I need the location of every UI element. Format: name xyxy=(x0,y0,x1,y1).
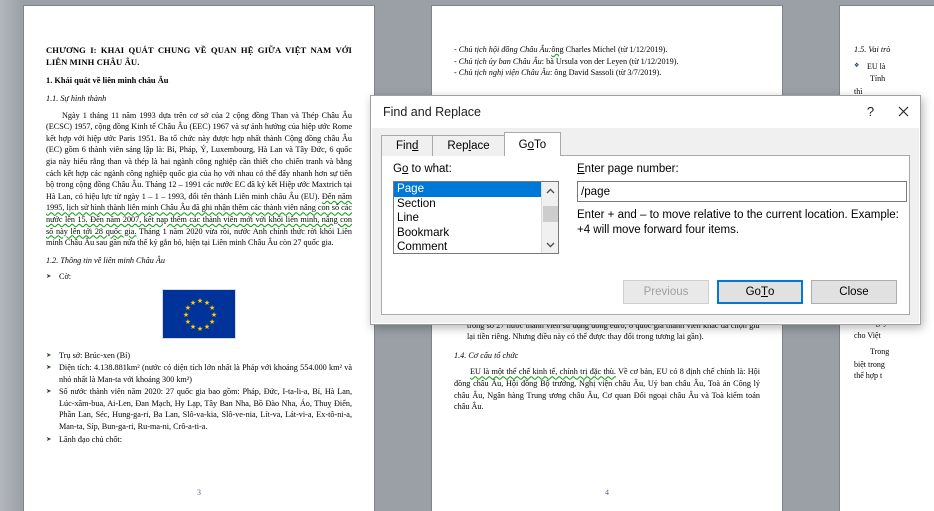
listbox-scrollbar[interactable] xyxy=(541,182,558,253)
section-heading-1: 1. Khái quát về liên minh châu Âu xyxy=(46,76,169,86)
tab-replace-label-post: ace xyxy=(471,140,490,152)
bullet-key-leaders: Lãnh đạo chủ chốt: xyxy=(46,434,352,446)
go-to-what-listbox[interactable]: Page Section Line Bookmark Comment Footn… xyxy=(393,181,559,254)
help-icon[interactable]: ? xyxy=(854,96,887,127)
document-page-3[interactable]: CHƯƠNG I: KHAI QUÁT CHUNG VỀ QUAN HỆ GIỮ… xyxy=(24,6,374,511)
subsection-heading-1-1: 1.1. Sự hình thành xyxy=(46,94,107,103)
chevron-up-icon[interactable] xyxy=(541,182,558,199)
go-to-button[interactable]: Go To xyxy=(717,280,803,304)
page-number-label-accel: E xyxy=(577,163,585,175)
eu-flag-figure xyxy=(46,288,352,343)
leader-3-role: - Chủ tịch nghị viện Châu Âu xyxy=(454,68,550,78)
dialog-tabs[interactable]: Fin d Rep l ace Go To xyxy=(381,132,920,156)
tab-goto-label-pre: G xyxy=(518,138,528,151)
page5-fragment-22: Trong xyxy=(870,347,890,357)
list-item-page[interactable]: Page xyxy=(394,182,541,197)
goto-label-pre: G xyxy=(393,163,402,175)
tab-replace[interactable]: Rep l ace xyxy=(432,135,505,156)
go-to-tab-panel: Go to what: Page Section Line Bookmark C… xyxy=(381,155,910,315)
close-icon[interactable] xyxy=(887,96,920,127)
tab-find-label: Fin xyxy=(396,140,412,152)
eu-flag-image xyxy=(162,288,236,339)
leader-1-name: Charles Michel (từ 1/12/2019). xyxy=(563,45,668,54)
list-item-comment[interactable]: Comment xyxy=(394,240,541,253)
paragraph-structure: EU là một thể chế kinh tế, chính trị đặc… xyxy=(454,366,760,412)
list-item-bookmark[interactable]: Bookmark xyxy=(394,226,541,241)
close-button[interactable]: Close xyxy=(811,280,897,304)
grammar-flagged-ong: ông xyxy=(551,45,564,54)
leader-line-2: - Chủ tịch ủy ban Châu Âu: bà Ursula von… xyxy=(454,56,760,68)
leader-2-name: : bà Ursula von der Leyen (từ 1/12/2019)… xyxy=(541,56,679,66)
chevron-down-icon[interactable] xyxy=(541,236,558,253)
tab-replace-label-pre: Rep xyxy=(447,140,469,152)
bullet-member-count: Số nước thành viên năm 2020: 27 quốc gia… xyxy=(46,386,352,432)
dialog-title-bar[interactable]: Find and Replace ? xyxy=(371,96,920,128)
page5-fragment-24: thể hợp t xyxy=(854,371,883,381)
page-number-input[interactable] xyxy=(577,181,907,202)
page-number-label-post: nter page number: xyxy=(584,163,679,175)
bullet-headquarters: Trụ sở: Brúc-xen (Bỉ) xyxy=(46,350,352,362)
tab-go-to[interactable]: Go To xyxy=(503,132,562,156)
page-number-3: 3 xyxy=(197,488,201,497)
leader-2-role: - Chủ tịch ủy ban Châu Âu xyxy=(454,56,542,66)
list-item-line[interactable]: Line xyxy=(394,211,541,226)
dialog-button-row[interactable]: Previous Go To Close xyxy=(623,280,897,304)
page5-fragment-23: biệt trong xyxy=(854,359,885,369)
page-number-4: 4 xyxy=(605,488,609,497)
leader-line-3: - Chủ tịch nghị viện Châu Âu: ông David … xyxy=(454,67,760,79)
goto-button-label-post: o xyxy=(767,286,775,298)
bullet-eu-role: EU là xyxy=(854,61,934,73)
relative-move-hint: Enter + and – to move relative to the cu… xyxy=(577,209,899,236)
leader-line-1: - Chủ tịch hội đồng Châu Âu:ông Charles … xyxy=(454,44,760,56)
goto-label-post: to what: xyxy=(408,163,452,175)
page5-fragment-21: cho Việt xyxy=(854,330,881,340)
bullet-area: Diện tích: 4.138.881km² (nước có diện tí… xyxy=(46,362,352,385)
previous-button[interactable]: Previous xyxy=(623,280,709,304)
go-to-what-options[interactable]: Page Section Line Bookmark Comment Footn… xyxy=(394,182,541,253)
goto-button-accel: T xyxy=(760,286,768,298)
page5-fragment-1: Tính xyxy=(870,74,886,84)
bullet-flag: Cờ: xyxy=(46,271,352,283)
leader-1-role: - Chủ tịch hội đồng Châu Âu: xyxy=(454,45,552,54)
scrollbar-thumb[interactable] xyxy=(543,206,558,222)
grammar-flagged-text-2: EU là một thể chế kinh tế, chính trị đặc… xyxy=(470,367,616,377)
subsection-heading-1-5: 1.5. Vai trò xyxy=(854,45,891,54)
dialog-title: Find and Replace xyxy=(383,104,481,119)
go-to-what-label: Go to what: xyxy=(393,163,452,175)
goto-button-label-pre: Go xyxy=(745,286,761,298)
paragraph-formation: Ngày 1 tháng 11 năm 1993 dựa trên cơ sở … xyxy=(46,110,352,249)
find-and-replace-dialog[interactable]: Find and Replace ? Fin d Rep l ace Go To Go… xyxy=(370,95,921,325)
tab-find[interactable]: Fin d xyxy=(381,135,434,156)
list-item-section[interactable]: Section xyxy=(394,197,541,212)
subsection-heading-1-4: 1.4. Cơ cấu tổ chức xyxy=(454,350,519,360)
tab-find-accel: d xyxy=(411,140,419,152)
subsection-heading-1-2: 1.2. Thông tin về liên minh Châu Âu xyxy=(46,255,165,265)
tab-goto-label-post: To xyxy=(533,138,547,151)
chapter-heading: CHƯƠNG I: KHAI QUÁT CHUNG VỀ QUAN HỆ GIỮ… xyxy=(46,45,352,68)
leader-3-name: : ông David Sassoli (từ 3/7/2019). xyxy=(549,68,662,78)
paragraph-part-a: Ngày 1 tháng 11 năm 1993 dựa trên cơ sở … xyxy=(46,110,352,201)
enter-page-number-label: Enter page number: xyxy=(577,163,679,175)
